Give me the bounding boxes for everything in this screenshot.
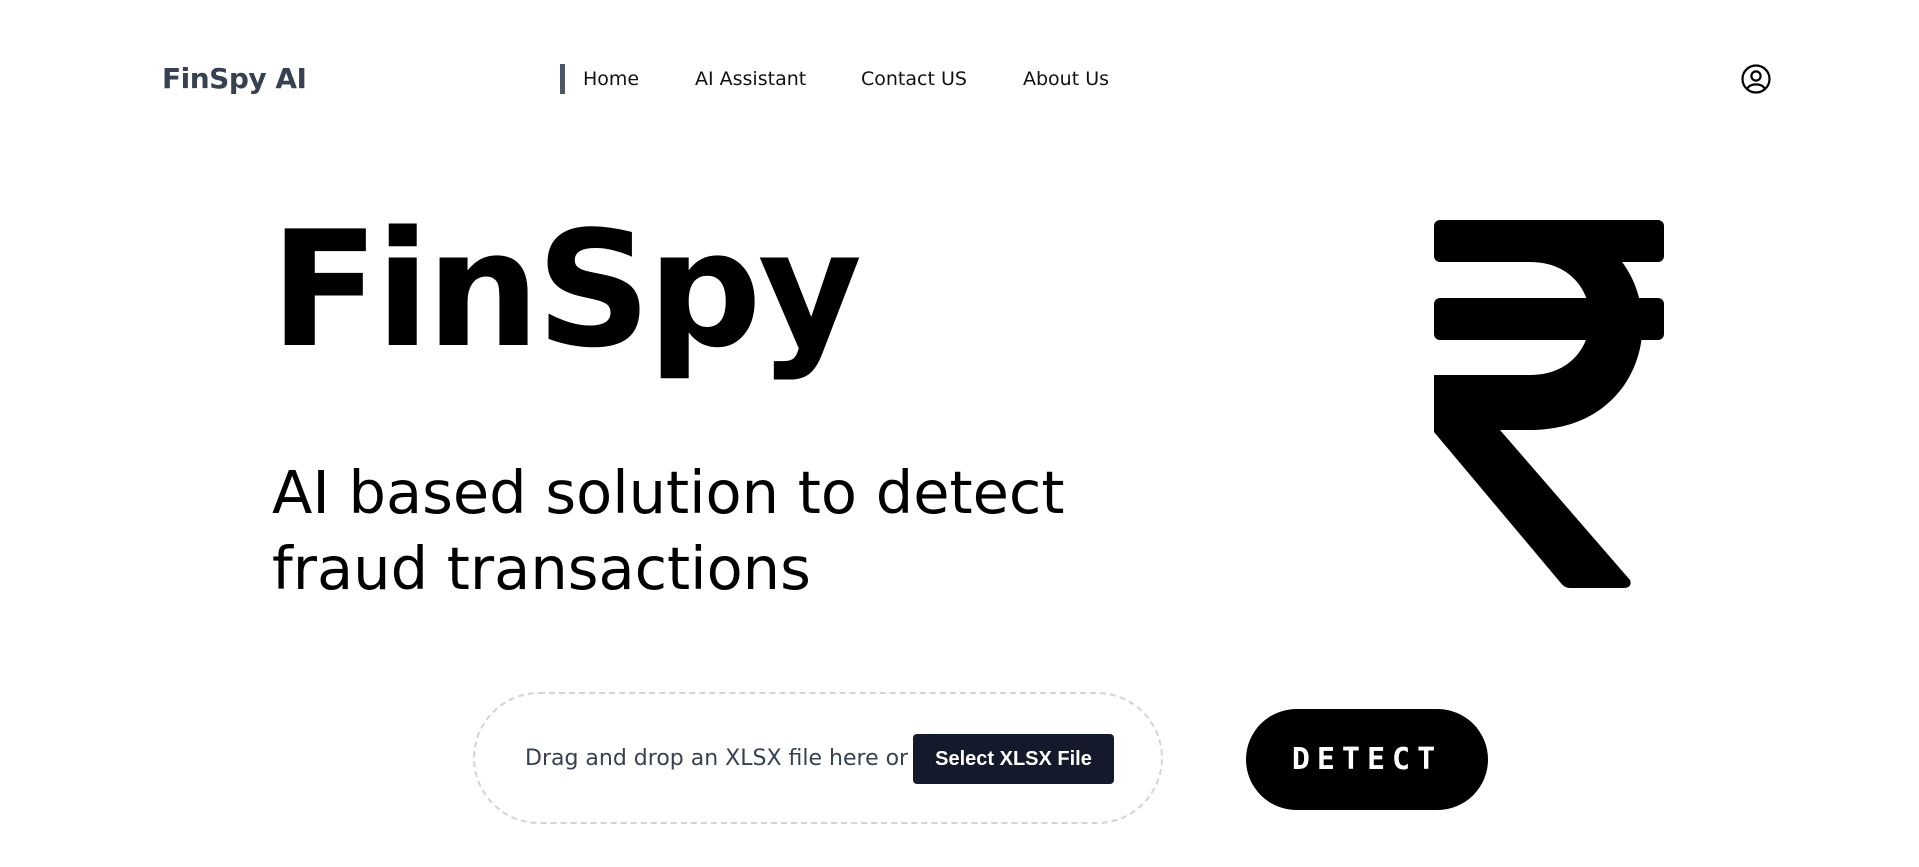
nav-about-us[interactable]: About Us bbox=[1023, 68, 1109, 90]
user-circle-icon[interactable] bbox=[1741, 64, 1771, 94]
hero-subtitle: AI based solution to detect fraud transa… bbox=[272, 458, 1065, 603]
detect-button[interactable]: DETECT bbox=[1246, 709, 1488, 810]
dropzone-label: Drag and drop an XLSX file here or bbox=[525, 746, 909, 771]
nav-contact-us[interactable]: Contact US bbox=[861, 68, 967, 90]
rupee-icon bbox=[1430, 210, 1680, 590]
page: FinSpy AI Home AI Assistant Contact US A… bbox=[0, 0, 1919, 867]
hero-title: FinSpy bbox=[270, 196, 862, 383]
nav-ai-assistant[interactable]: AI Assistant bbox=[695, 68, 806, 90]
select-xlsx-button[interactable]: Select XLSX File bbox=[913, 734, 1114, 784]
nav-home[interactable]: Home bbox=[583, 68, 639, 90]
active-nav-indicator bbox=[560, 64, 565, 94]
brand-logo[interactable]: FinSpy AI bbox=[162, 62, 307, 95]
